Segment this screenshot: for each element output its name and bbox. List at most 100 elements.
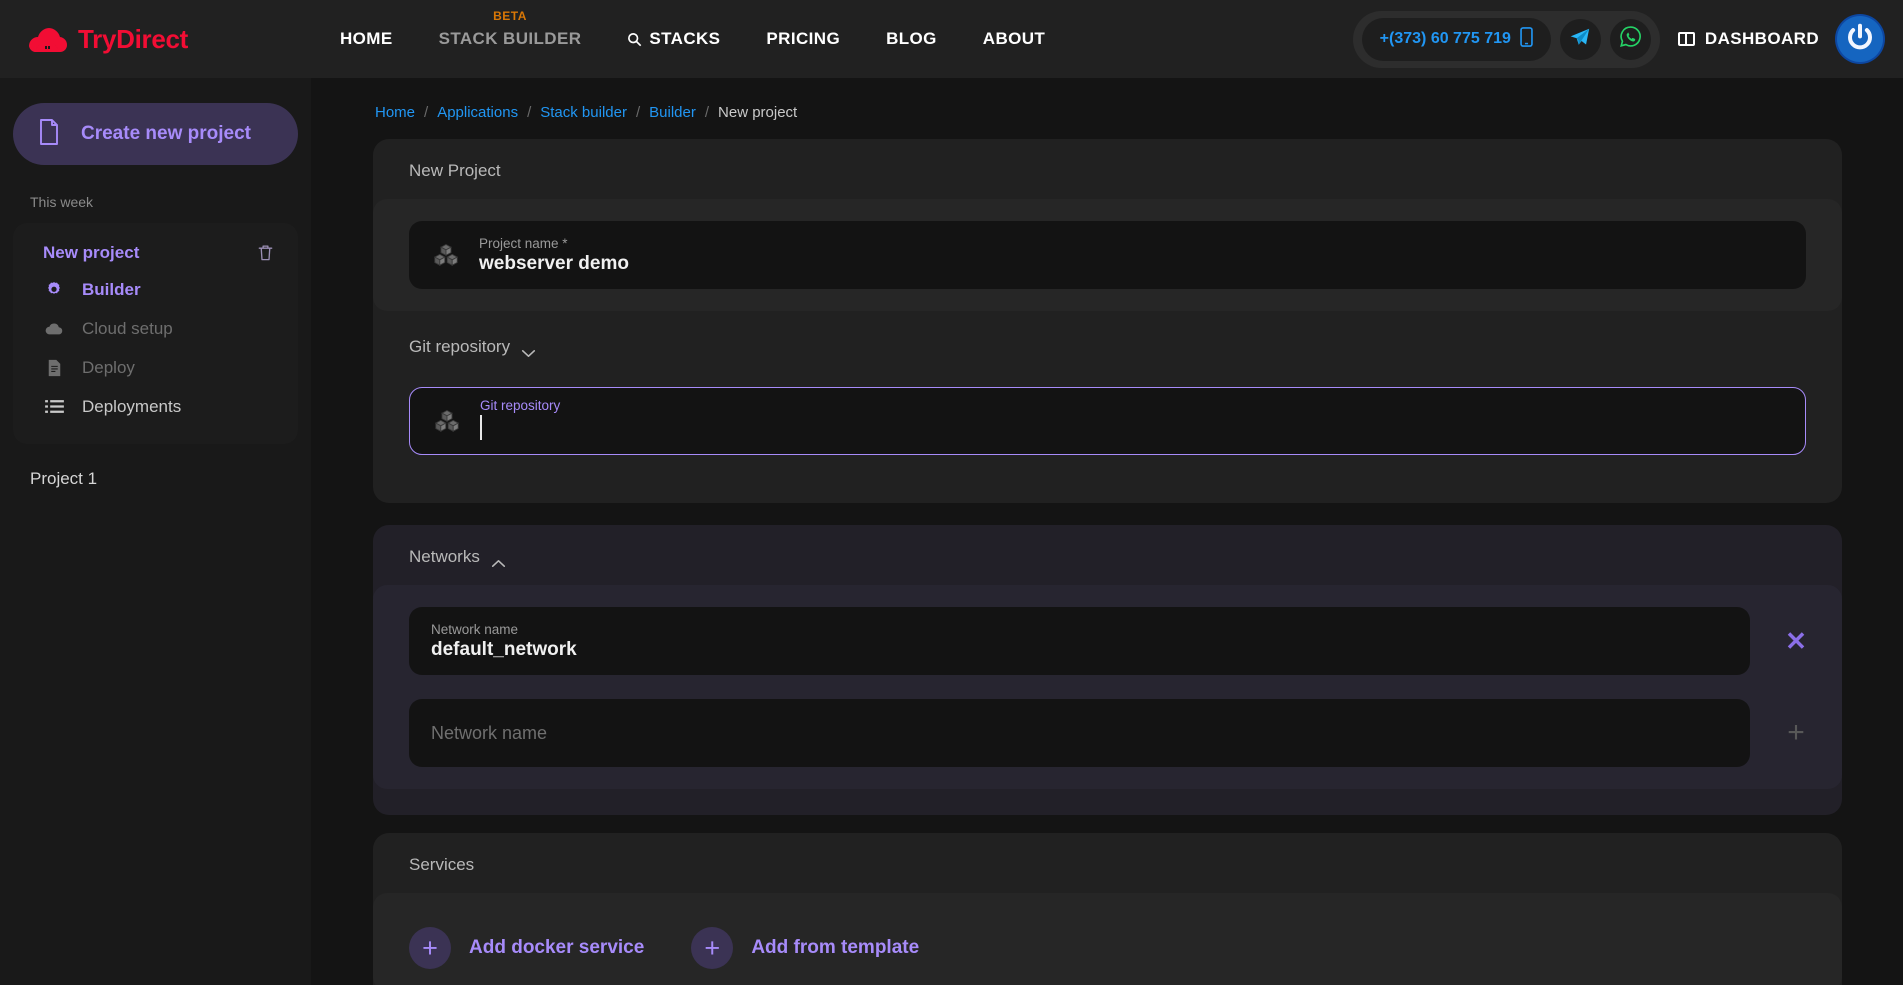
dashboard-icon: [1678, 32, 1695, 46]
network-row: Network name default_network ✕: [409, 607, 1842, 675]
breadcrumb-applications[interactable]: Applications: [437, 104, 518, 121]
list-icon: [43, 399, 65, 414]
sidebar-item-label: Cloud setup: [82, 319, 173, 339]
brand-logo[interactable]: TryDirect: [27, 24, 257, 55]
nav-item-blog[interactable]: BLOG: [863, 29, 960, 49]
sidebar-section-label: This week: [30, 194, 311, 210]
breadcrumb-stack-builder[interactable]: Stack builder: [540, 104, 627, 121]
plus-icon: +: [409, 927, 451, 969]
nav-label: STACKS: [649, 29, 720, 49]
avatar[interactable]: [1837, 16, 1883, 62]
plus-icon: +: [1787, 718, 1805, 748]
sidebar-item-deployments[interactable]: Deployments: [13, 387, 298, 426]
phone-number: +(373) 60 775 719: [1380, 30, 1511, 48]
new-network-name-placeholder: Network name: [431, 723, 1728, 744]
git-repository-section-title[interactable]: Git repository: [373, 311, 1842, 357]
git-repository-panel: Git repository: [373, 375, 1842, 477]
network-name-label: Network name: [431, 622, 1728, 637]
phone-button[interactable]: +(373) 60 775 719: [1362, 18, 1551, 61]
project-name-label: New project: [43, 243, 256, 263]
breadcrumb-separator: /: [636, 104, 640, 121]
nav-item-pricing[interactable]: PRICING: [743, 29, 863, 49]
new-project-card: New Project: [373, 139, 1842, 503]
network-row: Network name +: [409, 699, 1842, 767]
git-repository-field[interactable]: Git repository: [409, 387, 1806, 455]
project-panel-new-project: New project Builder Cloud: [13, 223, 298, 444]
create-new-project-label: Create new project: [81, 123, 251, 145]
git-repository-input[interactable]: [480, 415, 1783, 445]
breadcrumb: Home / Applications / Stack builder / Bu…: [311, 78, 1903, 121]
services-card-title: Services: [373, 855, 1842, 875]
git-repository-body: Git repository: [480, 398, 1783, 445]
sidebar-item-label: Deploy: [82, 358, 135, 378]
contact-pill: +(373) 60 775 719: [1353, 11, 1660, 68]
network-name-body: Network name default_network: [431, 622, 1728, 661]
add-from-template-label: Add from template: [751, 937, 919, 959]
dashboard-link[interactable]: DASHBOARD: [1678, 29, 1819, 49]
services-button-row: + Add docker service + Add from template: [409, 915, 1806, 969]
header-actions: +(373) 60 775 719: [1353, 11, 1883, 68]
new-network-name-body: Network name: [431, 723, 1728, 744]
sidebar-item-cloud-setup[interactable]: Cloud setup: [13, 309, 298, 348]
document-icon: [39, 119, 59, 150]
breadcrumb-separator: /: [527, 104, 531, 121]
telegram-button[interactable]: [1560, 19, 1601, 60]
add-docker-service-label: Add docker service: [469, 937, 644, 959]
project-name-value: webserver demo: [479, 253, 1784, 275]
power-icon: [1845, 22, 1875, 57]
brand-name: TryDirect: [78, 24, 188, 55]
sidebar-item-builder[interactable]: Builder: [13, 270, 298, 309]
network-name-value: default_network: [431, 639, 1728, 661]
create-new-project-button[interactable]: Create new project: [13, 103, 298, 165]
new-project-card-title: New Project: [373, 161, 1842, 181]
chevron-down-icon[interactable]: [521, 343, 536, 352]
trash-icon[interactable]: [256, 243, 276, 263]
add-docker-service-button[interactable]: + Add docker service: [409, 927, 644, 969]
git-repository-title-label: Git repository: [409, 337, 510, 357]
breadcrumb-separator: /: [705, 104, 709, 121]
networks-title-label: Networks: [409, 547, 480, 567]
git-repository-label: Git repository: [480, 398, 1783, 413]
add-network-button[interactable]: +: [1750, 718, 1842, 748]
network-name-field[interactable]: Network name default_network: [409, 607, 1750, 675]
project-name-label: Project name *: [479, 236, 1784, 251]
dashboard-label: DASHBOARD: [1705, 29, 1819, 49]
trydirect-logo-icon: [27, 26, 69, 52]
sidebar-item-project-1[interactable]: Project 1: [30, 469, 311, 489]
sidebar-item-deploy[interactable]: Deploy: [13, 348, 298, 387]
plus-icon: +: [691, 927, 733, 969]
chevron-up-icon[interactable]: [491, 553, 506, 562]
networks-card: Networks Network name default_network ✕: [373, 525, 1842, 815]
nav-label: PRICING: [766, 29, 840, 49]
breadcrumb-current: New project: [718, 104, 797, 121]
breadcrumb-builder[interactable]: Builder: [649, 104, 696, 121]
sidebar-item-label: Deployments: [82, 397, 181, 417]
networks-card-title[interactable]: Networks: [373, 547, 1842, 567]
nav-item-stacks[interactable]: STACKS: [604, 29, 743, 49]
site-header: TryDirect HOME BETA STACK BUILDER STACKS…: [0, 0, 1903, 78]
nav-label: ABOUT: [983, 29, 1045, 49]
project-name-body: Project name * webserver demo: [479, 236, 1784, 275]
nav-label: STACK BUILDER: [439, 29, 582, 49]
gear-icon: [43, 281, 65, 299]
add-from-template-button[interactable]: + Add from template: [691, 927, 919, 969]
nav-item-home[interactable]: HOME: [317, 29, 416, 49]
sidebar-item-label: Builder: [82, 280, 141, 300]
remove-network-button[interactable]: ✕: [1750, 628, 1842, 654]
main-content: Home / Applications / Stack builder / Bu…: [311, 78, 1903, 985]
services-panel: + Add docker service + Add from template: [373, 893, 1842, 985]
text-caret: [480, 415, 482, 440]
search-icon: [627, 32, 642, 47]
nav-item-stack-builder[interactable]: BETA STACK BUILDER: [416, 29, 605, 49]
nav-label: HOME: [340, 29, 393, 49]
breadcrumb-home[interactable]: Home: [375, 104, 415, 121]
mobile-phone-icon: [1520, 27, 1533, 52]
nav-item-about[interactable]: ABOUT: [960, 29, 1068, 49]
new-network-name-field[interactable]: Network name: [409, 699, 1750, 767]
project-name-field[interactable]: Project name * webserver demo: [409, 221, 1806, 289]
project-header[interactable]: New project: [13, 236, 298, 270]
whatsapp-button[interactable]: [1610, 19, 1651, 60]
close-icon: ✕: [1785, 628, 1807, 654]
cloud-icon: [43, 321, 65, 336]
cubes-icon: [432, 409, 462, 433]
